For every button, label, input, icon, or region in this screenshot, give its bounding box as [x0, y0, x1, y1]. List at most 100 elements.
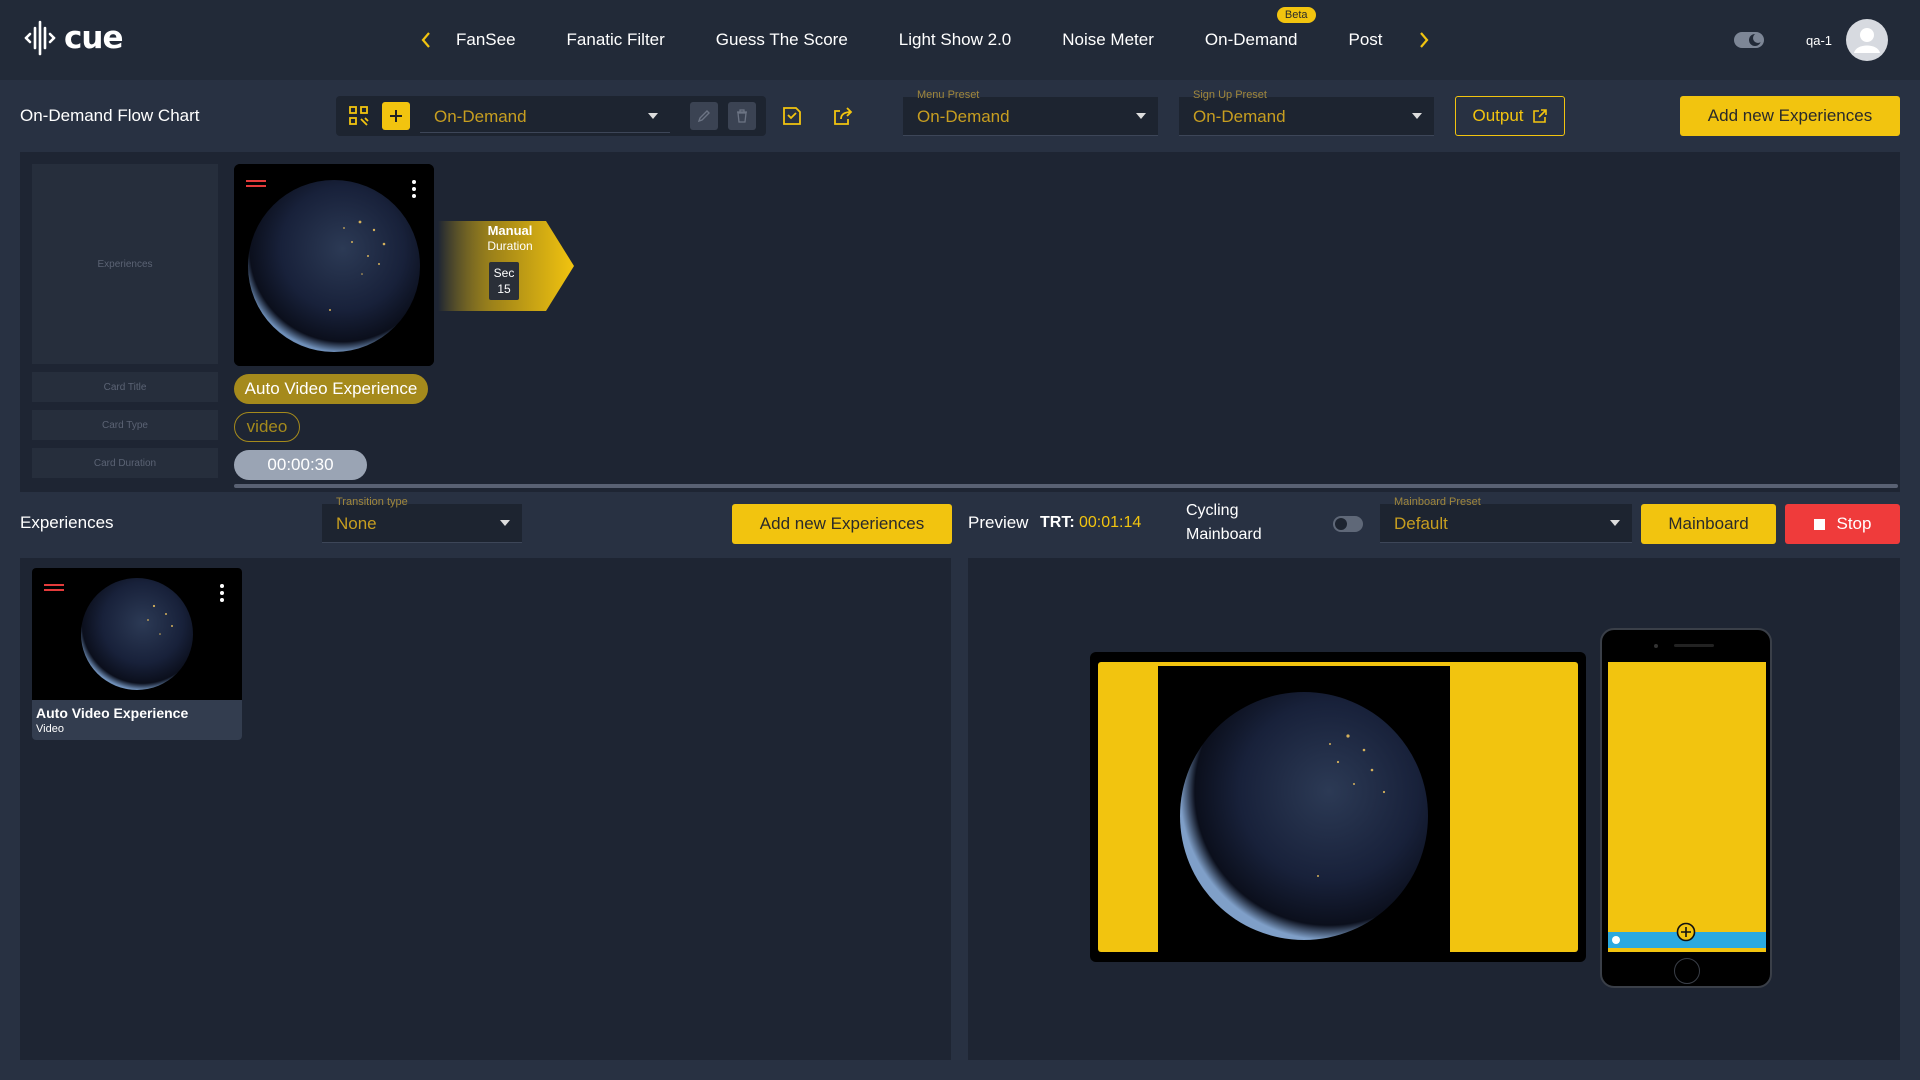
share-flow-button[interactable] — [829, 102, 857, 130]
save-icon — [783, 107, 801, 125]
add-experiences-label: Add new Experiences — [1707, 106, 1873, 125]
earth-image — [1180, 692, 1428, 940]
phone-status-dot — [1612, 936, 1620, 944]
save-flow-button[interactable] — [778, 102, 806, 130]
caret-down-icon — [1136, 113, 1146, 119]
transition-duration-label: Duration — [487, 239, 533, 253]
mainboard-button[interactable]: Mainboard — [1641, 504, 1776, 544]
edit-flow-button[interactable] — [690, 102, 718, 130]
stop-button[interactable]: Stop — [1785, 504, 1900, 544]
add-flow-button[interactable] — [382, 102, 410, 130]
output-button[interactable]: Output — [1455, 96, 1565, 136]
tab-on-demand-label: On-Demand — [1204, 30, 1298, 49]
card-title-row-label: Card Title — [32, 372, 218, 402]
card-type-row-label: Card Type — [32, 410, 218, 440]
transition-type-select[interactable]: Transition type None — [322, 496, 522, 543]
phone-screen — [1608, 662, 1766, 952]
theme-toggle-icon[interactable] — [1733, 30, 1765, 55]
logo-text: cue — [64, 20, 123, 56]
flow-horizontal-scrollbar[interactable] — [234, 484, 1898, 488]
tab-fansee[interactable]: FanSee — [456, 30, 516, 50]
drag-handle-icon[interactable] — [44, 584, 64, 591]
transition-type-value: None — [336, 514, 377, 533]
phone-speaker — [1674, 644, 1714, 647]
cue-logo[interactable]: cue — [24, 20, 123, 56]
add-experiences-button-top[interactable]: Add new Experiences — [1680, 96, 1900, 136]
preview-label: Preview — [968, 513, 1029, 532]
mainboard-preview — [1090, 652, 1586, 962]
transition-mode: Manual — [487, 223, 533, 238]
caret-down-icon — [1412, 113, 1422, 119]
tab-fanatic-filter[interactable]: Fanatic Filter — [567, 30, 665, 50]
tab-noise-meter[interactable]: Noise Meter — [1062, 30, 1154, 50]
mainboard-video — [1158, 666, 1450, 952]
trash-icon — [737, 109, 747, 123]
phone-home-button — [1674, 958, 1700, 984]
experiences-title: Experiences — [20, 513, 114, 532]
qr-code-icon — [349, 106, 369, 126]
transition-seconds-box[interactable]: Sec 15 — [489, 262, 519, 300]
experiences-row-label: Experiences — [32, 164, 218, 364]
external-link-icon — [1532, 109, 1547, 123]
plus-icon — [390, 110, 402, 122]
tab-guess-the-score[interactable]: Guess The Score — [716, 30, 848, 50]
tab-post[interactable]: Post — [1349, 30, 1383, 50]
nav-next-button[interactable] — [1414, 26, 1434, 54]
delete-flow-button[interactable] — [728, 102, 756, 130]
signup-preset-select[interactable]: Sign Up Preset On-Demand — [1179, 89, 1434, 136]
nav-prev-button[interactable] — [416, 26, 436, 54]
signup-preset-value: On-Demand — [1193, 107, 1286, 126]
cycling-label-line2: Mainboard — [1186, 526, 1262, 543]
menu-preset-value: On-Demand — [917, 107, 1010, 126]
phone-preview — [1600, 628, 1772, 988]
tab-light-show[interactable]: Light Show 2.0 — [899, 30, 1011, 50]
card-title-pill[interactable]: Auto Video Experience — [234, 374, 428, 404]
mainboard-preset-value: Default — [1394, 514, 1448, 533]
card-duration-pill[interactable]: 00:00:30 — [234, 450, 367, 480]
card-type-pill: video — [234, 412, 300, 442]
plus-circle-icon — [1676, 922, 1696, 942]
user-icon — [1854, 28, 1880, 53]
transition-marker[interactable]: Manual Duration Sec 15 — [438, 221, 574, 311]
mainboard-label: Mainboard — [1668, 514, 1749, 533]
trt-value: 00:01:14 — [1079, 514, 1142, 531]
transition-type-label: Transition type — [336, 496, 408, 508]
caret-down-icon — [648, 113, 658, 119]
mainboard-preset-select[interactable]: Mainboard Preset Default — [1380, 496, 1632, 543]
flow-chart-title: On-Demand Flow Chart — [20, 106, 200, 125]
transition-unit: Sec — [493, 266, 515, 280]
avatar[interactable] — [1846, 19, 1888, 61]
phone-camera — [1654, 644, 1658, 648]
stop-icon — [1813, 518, 1825, 530]
tab-on-demand[interactable]: On-Demand Beta — [1204, 7, 1316, 50]
stop-label: Stop — [1836, 514, 1872, 533]
chevron-left-icon — [421, 32, 430, 48]
flow-select-value: On-Demand — [434, 107, 527, 126]
card-menu-icon[interactable] — [220, 584, 224, 602]
signup-preset-label: Sign Up Preset — [1193, 89, 1267, 101]
experience-card[interactable]: Auto Video Experience Video — [32, 568, 242, 740]
card-menu-icon[interactable] — [412, 180, 416, 198]
add-experiences-button[interactable]: Add new Experiences — [732, 504, 952, 544]
experience-type: Video — [36, 723, 64, 735]
cycling-mainboard-toggle[interactable] — [1333, 516, 1363, 532]
flow-select[interactable]: On-Demand — [420, 99, 670, 133]
caret-down-icon — [1610, 520, 1620, 526]
waveform-icon — [24, 20, 56, 56]
drag-handle-icon[interactable] — [246, 180, 266, 187]
menu-preset-label: Menu Preset — [917, 89, 980, 101]
feature-tabs: FanSee Fanatic Filter Guess The Score Li… — [456, 0, 1402, 80]
experience-title: Auto Video Experience — [36, 705, 189, 721]
share-icon — [834, 107, 853, 125]
caret-down-icon — [500, 520, 510, 526]
mainboard-preset-label: Mainboard Preset — [1394, 496, 1481, 508]
card-duration-row-label: Card Duration — [32, 448, 218, 478]
qr-code-button[interactable] — [345, 102, 373, 130]
flow-card-thumbnail[interactable] — [234, 164, 434, 366]
cycling-label-line1: Cycling — [1186, 502, 1239, 519]
username: qa-1 — [1806, 33, 1833, 48]
trt-label: TRT: — [1040, 514, 1075, 531]
add-experiences-label: Add new Experiences — [759, 514, 925, 533]
menu-preset-select[interactable]: Menu Preset On-Demand — [903, 89, 1158, 136]
phone-add-button[interactable] — [1676, 922, 1696, 942]
